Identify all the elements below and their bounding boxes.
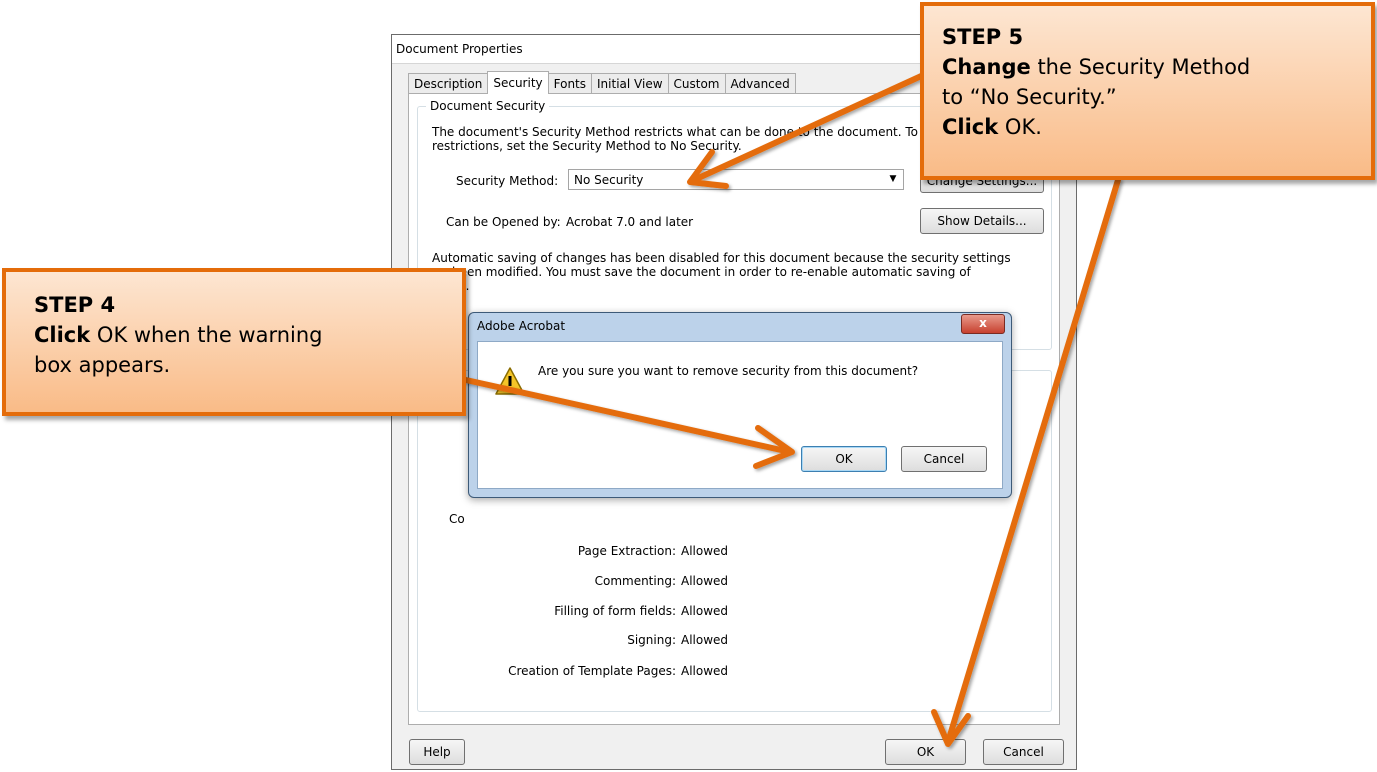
step4-heading: STEP 4 bbox=[34, 293, 116, 317]
step4-callout: STEP 4 Click OK when the warning box app… bbox=[2, 268, 466, 416]
step5-line-1: Change the Security Method bbox=[942, 52, 1371, 82]
permission-label: Signing: bbox=[627, 633, 676, 647]
step5-line-3: Click OK. bbox=[942, 112, 1371, 142]
permission-value: Allowed bbox=[681, 664, 729, 678]
dialog-body: Are you sure you want to remove security… bbox=[477, 341, 1003, 489]
tab-custom[interactable]: Custom bbox=[667, 73, 726, 94]
step5-line-1-bold: Change bbox=[942, 55, 1031, 79]
help-button[interactable]: Help bbox=[409, 739, 465, 765]
dialog-title: Adobe Acrobat bbox=[477, 319, 566, 333]
ok-button[interactable]: OK bbox=[885, 739, 966, 765]
permission-value: Allowed bbox=[681, 574, 729, 588]
security-description-line-1: The document's Security Method restricts… bbox=[432, 125, 946, 139]
opened-by-value: Acrobat 7.0 and later bbox=[566, 215, 694, 229]
dialog-cancel-button[interactable]: Cancel bbox=[901, 446, 987, 472]
permission-label: Commenting: bbox=[594, 574, 676, 588]
step5-heading: STEP 5 bbox=[942, 25, 1024, 49]
permission-value: Allowed bbox=[681, 604, 729, 618]
permission-label: Creation of Template Pages: bbox=[508, 664, 676, 678]
step5-callout: STEP 5 Change the Security Method to “No… bbox=[920, 2, 1375, 180]
step4-line-2: box appears. bbox=[34, 353, 171, 377]
step5-line-3-rest: OK. bbox=[998, 115, 1042, 139]
permission-value: Allowed bbox=[681, 544, 729, 558]
permission-label: Filling of form fields: bbox=[554, 604, 676, 618]
step4-line-1: Click OK when the warning bbox=[34, 320, 462, 350]
step5-line-2: to “No Security.” bbox=[942, 85, 1117, 109]
tab-advanced[interactable]: Advanced bbox=[724, 73, 796, 94]
autosave-notice-line-2: been modified. You must save the documen… bbox=[452, 265, 971, 279]
security-description-line-2: restrictions, set the Security Method to… bbox=[432, 139, 742, 153]
security-method-label: Security Method: bbox=[456, 174, 559, 188]
tab-bar: Description Security Fonts Initial View … bbox=[408, 71, 796, 94]
autosave-notice-line-1: Automatic saving of changes has been dis… bbox=[432, 251, 1011, 265]
security-method-value: No Security bbox=[574, 173, 644, 187]
warning-icon bbox=[495, 367, 525, 395]
dialog-message: Are you sure you want to remove security… bbox=[538, 364, 919, 378]
tab-initial-view[interactable]: Initial View bbox=[591, 73, 669, 94]
tab-fonts[interactable]: Fonts bbox=[547, 73, 593, 94]
chevron-down-icon: ▼ bbox=[889, 174, 897, 184]
partial-restrictions-label: Co bbox=[449, 512, 465, 526]
dialog-ok-button[interactable]: OK bbox=[801, 446, 887, 472]
tab-description[interactable]: Description bbox=[408, 73, 489, 94]
tab-security[interactable]: Security bbox=[487, 71, 549, 94]
cancel-button[interactable]: Cancel bbox=[983, 739, 1064, 765]
step4-line-1-rest: OK when the warning bbox=[90, 323, 323, 347]
close-icon[interactable]: x bbox=[961, 314, 1005, 334]
document-security-heading: Document Security bbox=[426, 99, 550, 113]
opened-by-label: Can be Opened by: bbox=[446, 215, 561, 229]
security-method-select[interactable]: No Security ▼ bbox=[568, 169, 904, 190]
step5-line-3-bold: Click bbox=[942, 115, 999, 139]
step4-line-1-bold: Click bbox=[34, 323, 91, 347]
step5-line-1-rest: the Security Method bbox=[1030, 55, 1251, 79]
permission-value: Allowed bbox=[681, 633, 729, 647]
permission-label: Page Extraction: bbox=[577, 544, 676, 558]
confirm-dialog: Adobe Acrobat x Are you sure you want to… bbox=[468, 312, 1012, 498]
show-details-button[interactable]: Show Details... bbox=[920, 208, 1044, 234]
